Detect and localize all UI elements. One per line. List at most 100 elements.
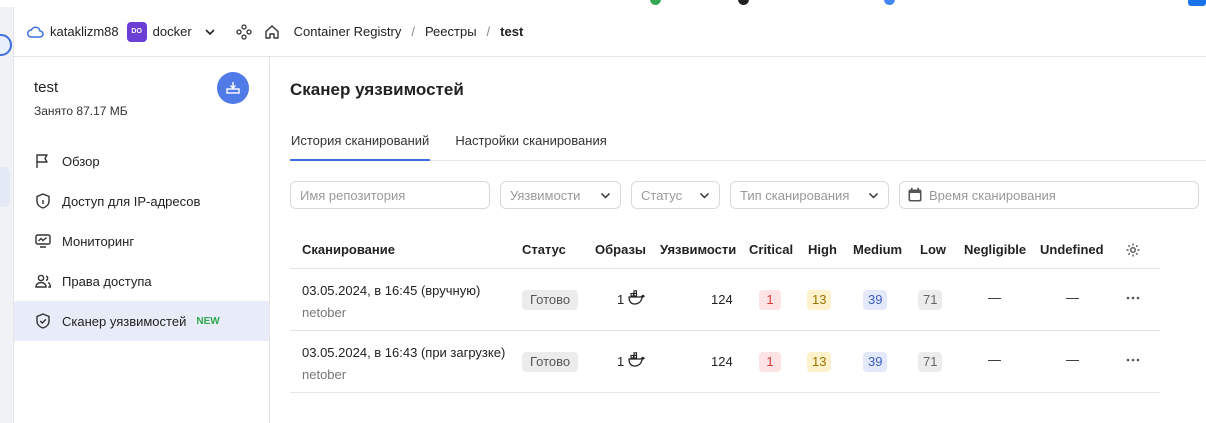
high-badge: 13 [807, 352, 832, 372]
low-badge: 71 [918, 352, 943, 372]
negligible-value: — [988, 290, 1001, 305]
repo-name-input[interactable]: Имя репозитория [290, 181, 490, 209]
folder-badge: DO [126, 21, 147, 42]
header-status[interactable]: Статус [522, 242, 566, 257]
sidebar-item-monitoring[interactable]: Мониторинг [14, 221, 269, 261]
sidebar-item-vuln-scanner[interactable]: Сканер уязвимостей NEW [14, 301, 269, 341]
status-badge: Готово [522, 352, 579, 372]
shield-icon [36, 193, 50, 209]
folder-name[interactable]: docker [153, 24, 192, 39]
gear-icon[interactable] [1125, 242, 1141, 258]
docker-icon [628, 352, 645, 367]
table-header: Сканирование Статус Образы Уязвимости Cr… [290, 233, 1160, 269]
scan-type-select[interactable]: Тип сканирования [730, 181, 889, 209]
header-negligible[interactable]: Negligible [964, 242, 1026, 257]
cloud-icon [26, 25, 44, 38]
sidebar-nav: Обзор Доступ для IP-адресов Мониторинг П… [14, 141, 269, 341]
header-scan[interactable]: Сканирование [302, 242, 395, 257]
users-icon [35, 274, 52, 288]
undefined-value: — [1066, 290, 1079, 305]
sidebar-item-overview[interactable]: Обзор [14, 141, 269, 181]
header-high[interactable]: High [808, 242, 837, 257]
more-actions-icon[interactable] [1125, 352, 1141, 368]
registry-icon [226, 82, 240, 94]
new-badge: NEW [196, 315, 220, 327]
sidebar-item-label: Права доступа [62, 273, 152, 289]
images-count: 1 [617, 292, 625, 307]
registry-name: test [34, 79, 59, 96]
bookmark-favicon [738, 0, 749, 5]
tab-scan-history[interactable]: История сканирований [290, 127, 431, 161]
bookmark-favicon [650, 0, 661, 5]
vulnerabilities-select[interactable]: Уязвимости [500, 181, 621, 209]
header-critical[interactable]: Critical [749, 242, 793, 257]
monitor-icon [35, 234, 51, 248]
table-row[interactable]: 03.05.2024, в 16:45 (вручную) netober Го… [290, 269, 1160, 331]
scan-time-placeholder: Время сканирования [929, 187, 1056, 203]
chevron-down-icon [600, 192, 611, 199]
header-vulnerabilities[interactable]: Уязвимости [660, 242, 736, 257]
scan-datetime: 03.05.2024, в 16:45 (вручную) [302, 283, 481, 298]
tabs: История сканирований Настройки сканирова… [290, 127, 1206, 161]
tab-scan-settings[interactable]: Настройки сканирования [454, 127, 607, 161]
page-title: Сканер уязвимостей [290, 80, 464, 99]
scan-user: netober [302, 367, 347, 382]
status-placeholder: Статус [641, 187, 683, 203]
critical-badge: 1 [759, 352, 781, 372]
main-content: Сканер уязвимостей История сканирований … [270, 57, 1206, 423]
cloud-name[interactable]: kataklizm88 [50, 24, 119, 39]
services-icon[interactable] [236, 23, 252, 40]
browser-profile-button[interactable] [1188, 0, 1206, 6]
vulnerabilities-count: 124 [711, 354, 733, 369]
table-row[interactable]: 03.05.2024, в 16:43 (при загрузке) netob… [290, 331, 1160, 393]
header-undefined[interactable]: Undefined [1040, 242, 1104, 257]
negligible-value: — [988, 352, 1001, 367]
medium-badge: 39 [863, 352, 888, 372]
images-count: 1 [617, 354, 625, 369]
rail-avatar-icon[interactable] [0, 34, 12, 56]
browser-bookmarks-bar [0, 0, 1206, 7]
more-actions-icon[interactable] [1125, 290, 1141, 306]
rail-active-item[interactable] [0, 167, 10, 207]
breadcrumb-separator: / [411, 24, 415, 39]
sidebar-item-label: Доступ для IP-адресов [62, 193, 201, 209]
breadcrumb-registries[interactable]: Реестры [425, 24, 477, 39]
undefined-value: — [1066, 352, 1079, 367]
sidebar-item-ip-access[interactable]: Доступ для IP-адресов [14, 181, 269, 221]
status-badge: Готово [522, 290, 579, 310]
chevron-down-icon[interactable] [204, 26, 216, 38]
registry-button[interactable] [217, 72, 249, 104]
breadcrumb-container-registry[interactable]: Container Registry [294, 24, 402, 39]
top-header: kataklizm88 DO docker Container Registry… [14, 7, 1206, 57]
header-low[interactable]: Low [920, 242, 946, 257]
registry-usage: Занято 87.17 МБ [34, 104, 128, 118]
chevron-down-icon [699, 192, 710, 199]
low-badge: 71 [918, 290, 943, 310]
status-select[interactable]: Статус [631, 181, 720, 209]
shield-check-icon [36, 313, 50, 329]
breadcrumb-current: test [500, 24, 524, 39]
docker-icon [628, 290, 645, 305]
flag-icon [36, 154, 48, 168]
home-icon[interactable] [264, 24, 280, 40]
sidebar-item-label: Сканер уязвимостей [62, 313, 187, 329]
bookmark-favicon [884, 0, 895, 5]
high-badge: 13 [807, 290, 832, 310]
sidebar-item-label: Мониторинг [62, 233, 135, 249]
sidebar-item-label: Обзор [62, 153, 100, 169]
vulnerabilities-placeholder: Уязвимости [510, 187, 581, 203]
side-rail [0, 7, 14, 423]
repo-name-placeholder: Имя репозитория [300, 187, 406, 203]
sidebar: test Занято 87.17 МБ Обзор Доступ для IP… [14, 57, 270, 423]
header-medium[interactable]: Medium [853, 242, 902, 257]
vulnerabilities-count: 124 [711, 292, 733, 307]
scan-datetime: 03.05.2024, в 16:43 (при загрузке) [302, 345, 506, 360]
breadcrumb-separator: / [486, 24, 491, 39]
header-images[interactable]: Образы [595, 242, 646, 257]
medium-badge: 39 [863, 290, 888, 310]
critical-badge: 1 [759, 290, 781, 310]
sidebar-item-access-rights[interactable]: Права доступа [14, 261, 269, 301]
calendar-icon [908, 187, 922, 202]
scan-time-picker[interactable]: Время сканирования [899, 181, 1199, 209]
scan-type-placeholder: Тип сканирования [740, 187, 850, 203]
